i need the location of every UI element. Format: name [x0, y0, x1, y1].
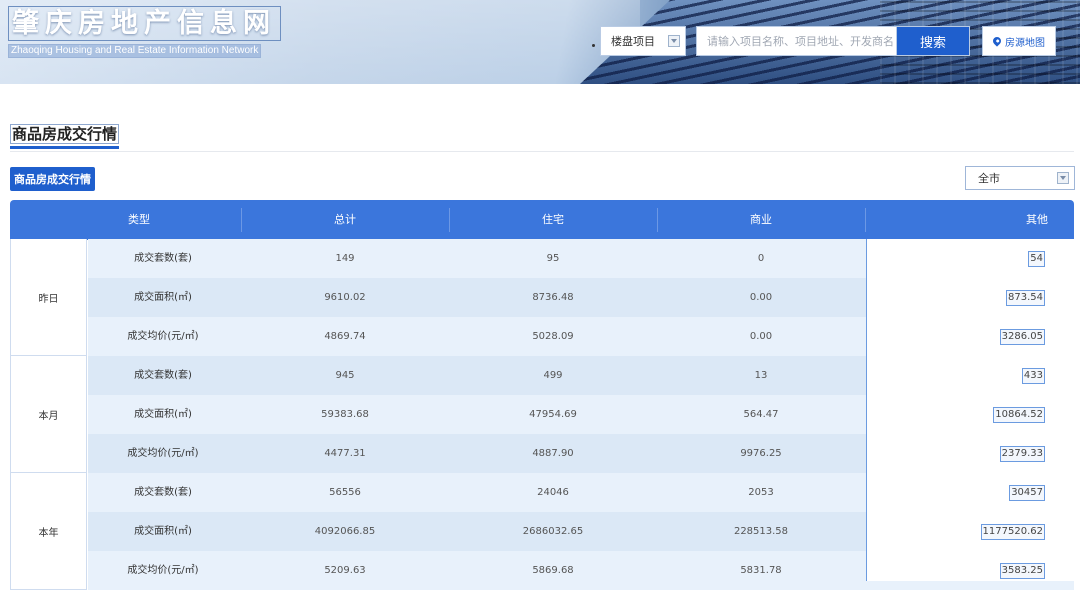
cell-commercial: 0.00: [749, 331, 773, 342]
other-column: 54 873.54 3286.05 433 10864.52 2379.33 3…: [866, 239, 1075, 581]
chevron-down-icon: [1057, 172, 1069, 184]
cell-total: 4477.31: [324, 448, 366, 459]
cell-other-value: 10864.52: [993, 406, 1045, 423]
group-label-this-month: 本月: [10, 356, 87, 473]
cell-commercial: 564.47: [743, 409, 779, 420]
cell-other: 54: [1028, 239, 1045, 278]
column-divider: [865, 208, 866, 232]
table-body: 昨日 本月 本年 成交套数(套) 149 95 0 成交面积(㎡) 9610.0…: [10, 239, 1075, 590]
row-type: 成交套数(套): [134, 253, 192, 264]
cell-commercial: 13: [754, 370, 768, 381]
cell-residential: 95: [546, 253, 560, 264]
row-type: 成交面积(㎡): [134, 526, 192, 537]
site-name-cn: 肇庆房地产信息网: [12, 8, 276, 39]
cell-other-value: 30457: [1009, 484, 1045, 501]
cell-other: 433: [1021, 356, 1045, 395]
cell-other-value: 2379.33: [999, 445, 1045, 462]
cell-total: 945: [335, 370, 355, 381]
cell-total: 5209.63: [324, 565, 366, 576]
cell-other-value: 3286.05: [999, 328, 1045, 345]
cell-total: 4869.74: [324, 331, 366, 342]
row-type: 成交套数(套): [134, 487, 192, 498]
cell-residential: 8736.48: [532, 292, 574, 303]
group-label-this-year: 本年: [10, 473, 87, 590]
column-header-total: 总计: [334, 213, 356, 226]
cell-total: 59383.68: [321, 409, 369, 420]
cell-residential: 5028.09: [532, 331, 574, 342]
separator-dot: [592, 44, 595, 47]
row-type: 成交面积(㎡): [134, 409, 192, 420]
cell-other-value: 3583.25: [999, 562, 1045, 579]
tab-commercial-housing-market[interactable]: 商品房成交行情: [10, 167, 95, 191]
cell-other: 2379.33: [999, 434, 1045, 473]
cell-residential: 499: [543, 370, 563, 381]
cell-residential: 2686032.65: [522, 526, 584, 537]
map-pin-icon: [991, 35, 1003, 47]
row-type: 成交均价(元/㎡): [127, 565, 199, 576]
cell-other: 3286.05: [999, 317, 1045, 356]
cell-residential: 24046: [537, 487, 569, 498]
house-map-button[interactable]: 房源地图: [982, 26, 1056, 56]
cell-other-value: 873.54: [1006, 289, 1045, 306]
row-type: 成交均价(元/㎡): [127, 331, 199, 342]
table-header: 类型 总计 住宅 商业 其他: [10, 200, 1074, 240]
column-header-type: 类型: [128, 213, 150, 226]
cell-commercial: 9976.25: [740, 448, 782, 459]
row-type: 成交均价(元/㎡): [127, 448, 199, 459]
row-type: 成交面积(㎡): [134, 292, 192, 303]
chevron-down-icon: [668, 35, 680, 47]
house-map-label: 房源地图: [1005, 37, 1045, 49]
city-filter-select[interactable]: 全市: [965, 166, 1075, 190]
section-title: 商品房成交行情: [10, 124, 120, 149]
cell-residential: 5869.68: [532, 565, 574, 576]
cell-total: 9610.02: [324, 292, 366, 303]
section-divider: [10, 151, 1074, 152]
cell-commercial: 0.00: [749, 292, 773, 303]
group-label-yesterday: 昨日: [10, 239, 87, 356]
column-header-other: 其他: [1026, 213, 1048, 226]
cell-commercial: 2053: [748, 487, 774, 498]
site-logo[interactable]: 肇庆房地产信息网: [8, 6, 281, 41]
search-type-select[interactable]: 楼盘项目: [600, 26, 686, 56]
cell-other-value: 433: [1021, 367, 1045, 384]
cell-total: 4092066.85: [314, 526, 376, 537]
search-button[interactable]: 搜索: [896, 26, 970, 56]
cell-other: 30457: [1009, 473, 1045, 512]
cell-other: 3583.25: [999, 551, 1045, 590]
column-header-residential: 住宅: [542, 213, 564, 226]
cell-total: 56556: [329, 487, 361, 498]
cell-residential: 4887.90: [532, 448, 574, 459]
cell-other-value: 54: [1028, 250, 1045, 267]
cell-other: 1177520.62: [980, 512, 1045, 551]
cell-commercial: 5831.78: [740, 565, 782, 576]
cell-other: 873.54: [1006, 278, 1045, 317]
cell-other: 10864.52: [993, 395, 1045, 434]
search-input[interactable]: [696, 26, 896, 56]
column-header-commercial: 商业: [750, 213, 772, 226]
row-type: 成交套数(套): [134, 370, 192, 381]
cell-other-value: 1177520.62: [980, 523, 1045, 540]
city-filter-value: 全市: [978, 172, 1000, 185]
cell-commercial: 228513.58: [733, 526, 789, 537]
cell-total: 149: [335, 253, 355, 264]
site-header: 肇庆房地产信息网 Zhaoqing Housing and Real Estat…: [0, 0, 1080, 84]
search-type-value: 楼盘项目: [611, 35, 655, 48]
site-name-en: Zhaoqing Housing and Real Estate Informa…: [8, 44, 262, 58]
cell-commercial: 0: [757, 253, 765, 264]
cell-residential: 47954.69: [529, 409, 577, 420]
